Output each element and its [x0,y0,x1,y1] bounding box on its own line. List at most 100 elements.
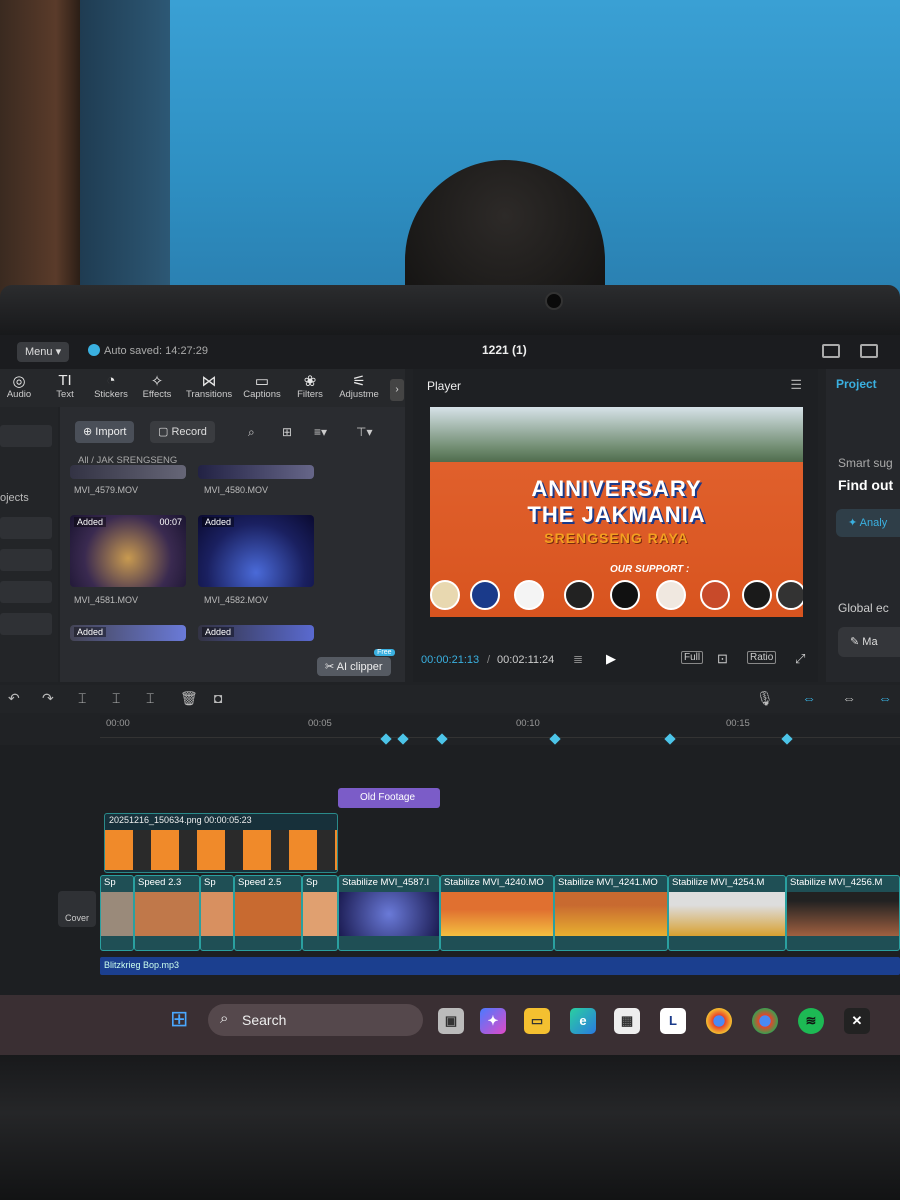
undo-icon[interactable]: ↶ [8,690,20,707]
spotify-icon[interactable]: ≋ [798,1008,824,1034]
sidebar-label: ojects [0,492,29,504]
redo-icon[interactable]: ↷ [42,690,54,707]
timeline-toolbar: ↶ ↷ ⌶ ⌶ ⌶ 🗑 ◘ 🎙 ⇔ ⇔ ⇔ [0,685,900,713]
full-button[interactable]: Full [681,651,704,664]
split-icon[interactable]: ⌶ [78,690,86,707]
tool-audio[interactable]: ◎ Audio [0,372,42,400]
layout-icon[interactable] [822,344,840,358]
background-door [0,0,80,300]
panel-icon[interactable] [860,344,878,358]
video-clip[interactable]: Stabilize MVI_4240.MO [440,875,554,951]
capcut-icon[interactable]: ✕ [844,1008,870,1034]
ai-clipper-button[interactable]: ✂ AI clipper Free [317,649,395,676]
video-clip[interactable]: Stabilize MVI_4587.I [338,875,440,951]
check-icon [88,344,100,356]
title-bar: Menu ▾ Auto saved: 14:27:29 1221 (1) [0,335,900,369]
player-menu-icon[interactable]: ☰ [790,377,802,393]
stickers-icon: ◔ [106,372,116,389]
split-left-icon[interactable]: ⌶ [112,690,120,707]
media-thumb[interactable]: Added [70,625,186,641]
audio-clip[interactable]: Blitzkrieg Bop.mp3 [100,957,900,975]
media-thumb[interactable] [198,465,314,479]
zoom-icon[interactable]: ⊡ [717,651,728,667]
tool-stickers[interactable]: ◔ Stickers [88,372,134,400]
tool-filters[interactable]: ❀ Filters [287,372,333,400]
ratio-button[interactable]: Ratio [747,651,777,664]
video-clip[interactable]: Speed 2.3 [134,875,200,951]
media-thumb[interactable] [70,465,186,479]
effect-clip[interactable]: Old Footage [338,788,440,808]
video-clip[interactable]: Sp [200,875,234,951]
chrome-icon[interactable] [706,1008,732,1034]
snap-icon[interactable]: ⇔ [842,690,856,706]
media-filename: MVI_4582.MOV [204,595,269,605]
chrome-profile-icon[interactable] [752,1008,778,1034]
sidebar-dropdown-2[interactable] [0,549,52,571]
play-icon[interactable]: ▶ [606,651,616,667]
analyze-button[interactable]: ✦ Analy [836,509,900,537]
store-icon[interactable]: ▦ [614,1008,640,1034]
filters-icon: ❀ [303,373,317,390]
windows-start-icon[interactable]: ⊞ [170,1006,188,1032]
sidebar-dropdown-1[interactable] [0,517,52,539]
player-panel: Player ☰ ANNIVERSARY THE JAKMANIA SRENGS… [413,369,818,682]
search-icon: ⌕ [220,1010,229,1027]
media-thumb[interactable]: Added [198,515,314,587]
project-title: 1221 (1) [482,343,527,357]
copilot-icon[interactable]: ✦ [480,1008,506,1034]
video-clip[interactable]: Sp [302,875,338,951]
preview-axis-icon[interactable]: ⇔ [878,690,892,706]
sidebar-field[interactable] [0,425,52,447]
video-clip[interactable]: Stabilize MVI_4241.MO [554,875,668,951]
tool-text[interactable]: TI Text [42,372,88,400]
media-filename: MVI_4579.MOV [74,485,139,495]
l-app-icon[interactable]: L [660,1008,686,1034]
webcam [545,292,563,310]
search-icon[interactable]: ⌕ [248,425,255,440]
frame-icon[interactable]: ≣ [573,652,583,666]
task-view-icon[interactable]: ▣ [438,1008,464,1034]
tool-captions[interactable]: ▭ Captions [239,372,285,400]
import-button[interactable]: ⊕ Import [75,421,135,443]
menu-button[interactable]: Menu ▾ [17,342,70,362]
file-explorer-icon[interactable]: ▭ [524,1008,550,1034]
tab-project[interactable]: Project [836,377,877,391]
tool-transitions[interactable]: ⋈ Transitions [186,372,232,400]
sort-icon[interactable]: ≡▾ [314,425,327,439]
video-clip[interactable]: Stabilize MVI_4256.M [786,875,900,951]
link-icon[interactable]: ⇔ [802,690,816,706]
text-icon: TI [58,372,72,389]
grid-view-icon[interactable]: ⊞ [282,425,292,439]
overlay-clip[interactable]: 20251216_150634.png 00:00:05:23 [104,813,338,873]
sidebar-dropdown-3[interactable] [0,581,52,603]
taskbar-search[interactable]: ⌕ Search [208,1004,423,1036]
tool-effects[interactable]: ✧ Effects [134,372,180,400]
asset-toolbar: ◎ Audio TI Text ◔ Stickers ✧ Effects ⋈ Transi… [0,369,405,407]
laptop-bezel [0,285,900,340]
mark-icon[interactable]: ◘ [214,690,222,706]
sidebar-dropdown-4[interactable] [0,613,52,635]
video-clip[interactable]: Sp [100,875,134,951]
video-clip[interactable]: Stabilize MVI_4254.M [668,875,786,951]
timeline-ruler[interactable]: 00:00 00:05 00:10 00:15 [100,715,900,738]
adjustment-icon: ⚟ [352,373,366,390]
record-button[interactable]: ▢ Record [150,421,215,443]
media-thumb[interactable]: Added [198,625,314,641]
magic-button[interactable]: ✎ Ma [838,627,900,657]
edge-icon[interactable]: e [570,1008,596,1034]
video-clip[interactable]: Speed 2.5 [234,875,302,951]
media-thumb[interactable]: Added 00:07 [70,515,186,587]
split-right-icon[interactable]: ⌶ [146,690,154,707]
editor-screen: Menu ▾ Auto saved: 14:27:29 1221 (1) ◎ Au… [0,335,900,995]
filter-icon[interactable]: ⊤▾ [356,425,372,439]
video-preview[interactable]: ANNIVERSARY THE JAKMANIA SRENGSENG RAYA … [430,407,803,617]
captions-icon: ▭ [254,373,270,390]
toolbar-scroll-right[interactable]: › [390,379,404,401]
tool-adjustment[interactable]: ⚟ Adjustme [336,372,382,400]
delete-icon[interactable]: 🗑 [180,690,198,707]
cover-button[interactable]: Cover [58,891,96,927]
laptop-base [0,1055,900,1200]
microphone-icon[interactable]: 🎙 [756,690,774,707]
fullscreen-icon[interactable]: ⤢ [795,651,805,667]
current-timecode: 00:00:21:13 [421,654,480,666]
